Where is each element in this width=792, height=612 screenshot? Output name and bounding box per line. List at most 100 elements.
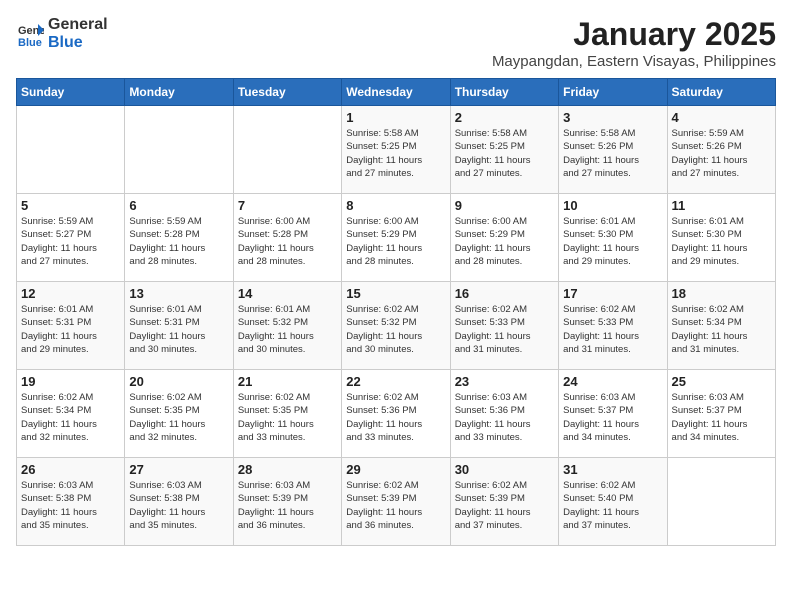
day-info: Sunrise: 6:02 AM Sunset: 5:36 PM Dayligh…: [346, 391, 445, 444]
logo-blue-text: Blue: [48, 34, 108, 52]
day-info: Sunrise: 6:00 AM Sunset: 5:28 PM Dayligh…: [238, 215, 337, 268]
calendar-cell: 15Sunrise: 6:02 AM Sunset: 5:32 PM Dayli…: [342, 282, 450, 370]
day-info: Sunrise: 6:02 AM Sunset: 5:40 PM Dayligh…: [563, 479, 662, 532]
calendar-cell: [667, 458, 775, 546]
calendar-cell: 17 Sunrise: 6:02 AM Sunset: 5:33 PM Dayli…: [559, 282, 667, 370]
calendar-table: SundayMondayTuesdayWednesdayThursdayFrid…: [16, 78, 776, 546]
calendar-cell: 25 Sunrise: 6:03 AM Sunset: 5:37 PM Dayli…: [667, 370, 775, 458]
day-number: 11: [672, 198, 771, 213]
calendar-cell: 7 Sunrise: 6:00 AM Sunset: 5:28 PM Daylig…: [233, 194, 341, 282]
day-info: Sunrise: 6:02 AM Sunset: 5:33 PM Dayligh…: [455, 303, 554, 356]
weekday-header-row: SundayMondayTuesdayWednesdayThursdayFrid…: [17, 79, 776, 106]
weekday-header-friday: Friday: [559, 79, 667, 106]
day-number: 28: [238, 462, 337, 477]
day-number: 20: [129, 374, 228, 389]
day-info: Sunrise: 6:01 AM Sunset: 5:32 PM Dayligh…: [238, 303, 337, 356]
day-number: 13: [129, 286, 228, 301]
calendar-cell: 16 Sunrise: 6:02 AM Sunset: 5:33 PM Dayli…: [450, 282, 558, 370]
calendar-cell: 1 Sunrise: 5:58 AM Sunset: 5:25 PM Daylig…: [342, 106, 450, 194]
day-info: Sunrise: 6:00 AM Sunset: 5:29 PM Dayligh…: [346, 215, 445, 268]
logo-general-text: General: [48, 16, 108, 34]
day-number: 27: [129, 462, 228, 477]
calendar-week-row: 1 Sunrise: 5:58 AM Sunset: 5:25 PM Daylig…: [17, 106, 776, 194]
calendar-cell: 14 Sunrise: 6:01 AM Sunset: 5:32 PM Dayli…: [233, 282, 341, 370]
weekday-header-thursday: Thursday: [450, 79, 558, 106]
day-info: Sunrise: 6:00 AM Sunset: 5:29 PM Dayligh…: [455, 215, 554, 268]
calendar-cell: 31Sunrise: 6:02 AM Sunset: 5:40 PM Dayli…: [559, 458, 667, 546]
calendar-week-row: 12 Sunrise: 6:01 AM Sunset: 5:31 PM Dayli…: [17, 282, 776, 370]
day-number: 9: [455, 198, 554, 213]
day-info: Sunrise: 5:58 AM Sunset: 5:25 PM Dayligh…: [346, 127, 445, 180]
day-info: Sunrise: 6:03 AM Sunset: 5:38 PM Dayligh…: [129, 479, 228, 532]
logo: General Blue General Blue: [16, 16, 108, 51]
calendar-cell: 4 Sunrise: 5:59 AM Sunset: 5:26 PM Daylig…: [667, 106, 775, 194]
day-number: 10: [563, 198, 662, 213]
day-number: 12: [21, 286, 120, 301]
day-number: 15: [346, 286, 445, 301]
day-number: 1: [346, 110, 445, 125]
calendar-cell: 26Sunrise: 6:03 AM Sunset: 5:38 PM Dayli…: [17, 458, 125, 546]
calendar-cell: 9 Sunrise: 6:00 AM Sunset: 5:29 PM Daylig…: [450, 194, 558, 282]
day-info: Sunrise: 6:03 AM Sunset: 5:37 PM Dayligh…: [563, 391, 662, 444]
calendar-subtitle: Maypangdan, Eastern Visayas, Philippines: [492, 53, 776, 70]
day-info: Sunrise: 5:58 AM Sunset: 5:25 PM Dayligh…: [455, 127, 554, 180]
logo-icon: General Blue: [16, 20, 44, 48]
day-number: 4: [672, 110, 771, 125]
day-number: 8: [346, 198, 445, 213]
calendar-cell: 21Sunrise: 6:02 AM Sunset: 5:35 PM Dayli…: [233, 370, 341, 458]
day-info: Sunrise: 5:58 AM Sunset: 5:26 PM Dayligh…: [563, 127, 662, 180]
day-info: Sunrise: 6:01 AM Sunset: 5:30 PM Dayligh…: [563, 215, 662, 268]
day-info: Sunrise: 6:01 AM Sunset: 5:31 PM Dayligh…: [21, 303, 120, 356]
calendar-cell: [125, 106, 233, 194]
calendar-cell: 19Sunrise: 6:02 AM Sunset: 5:34 PM Dayli…: [17, 370, 125, 458]
weekday-header-saturday: Saturday: [667, 79, 775, 106]
weekday-header-sunday: Sunday: [17, 79, 125, 106]
day-number: 6: [129, 198, 228, 213]
day-number: 25: [672, 374, 771, 389]
day-info: Sunrise: 6:01 AM Sunset: 5:30 PM Dayligh…: [672, 215, 771, 268]
day-info: Sunrise: 5:59 AM Sunset: 5:28 PM Dayligh…: [129, 215, 228, 268]
calendar-week-row: 19Sunrise: 6:02 AM Sunset: 5:34 PM Dayli…: [17, 370, 776, 458]
day-number: 16: [455, 286, 554, 301]
day-number: 3: [563, 110, 662, 125]
day-info: Sunrise: 6:02 AM Sunset: 5:33 PM Dayligh…: [563, 303, 662, 356]
day-number: 14: [238, 286, 337, 301]
calendar-cell: 18Sunrise: 6:02 AM Sunset: 5:34 PM Dayli…: [667, 282, 775, 370]
weekday-header-monday: Monday: [125, 79, 233, 106]
day-info: Sunrise: 6:02 AM Sunset: 5:39 PM Dayligh…: [455, 479, 554, 532]
calendar-cell: 12 Sunrise: 6:01 AM Sunset: 5:31 PM Dayli…: [17, 282, 125, 370]
svg-text:Blue: Blue: [18, 37, 42, 48]
day-number: 29: [346, 462, 445, 477]
day-number: 17: [563, 286, 662, 301]
calendar-cell: 6 Sunrise: 5:59 AM Sunset: 5:28 PM Daylig…: [125, 194, 233, 282]
calendar-cell: 11 Sunrise: 6:01 AM Sunset: 5:30 PM Dayli…: [667, 194, 775, 282]
day-info: Sunrise: 6:02 AM Sunset: 5:35 PM Dayligh…: [238, 391, 337, 444]
calendar-cell: 22 Sunrise: 6:02 AM Sunset: 5:36 PM Dayli…: [342, 370, 450, 458]
day-info: Sunrise: 6:03 AM Sunset: 5:39 PM Dayligh…: [238, 479, 337, 532]
day-info: Sunrise: 5:59 AM Sunset: 5:26 PM Dayligh…: [672, 127, 771, 180]
calendar-cell: 20Sunrise: 6:02 AM Sunset: 5:35 PM Dayli…: [125, 370, 233, 458]
day-info: Sunrise: 6:02 AM Sunset: 5:34 PM Dayligh…: [21, 391, 120, 444]
day-info: Sunrise: 5:59 AM Sunset: 5:27 PM Dayligh…: [21, 215, 120, 268]
day-number: 5: [21, 198, 120, 213]
calendar-cell: 2 Sunrise: 5:58 AM Sunset: 5:25 PM Daylig…: [450, 106, 558, 194]
title-block: January 2025 Maypangdan, Eastern Visayas…: [492, 16, 776, 70]
calendar-cell: [17, 106, 125, 194]
day-number: 23: [455, 374, 554, 389]
calendar-cell: 30Sunrise: 6:02 AM Sunset: 5:39 PM Dayli…: [450, 458, 558, 546]
day-number: 2: [455, 110, 554, 125]
calendar-cell: 3 Sunrise: 5:58 AM Sunset: 5:26 PM Daylig…: [559, 106, 667, 194]
day-info: Sunrise: 6:02 AM Sunset: 5:39 PM Dayligh…: [346, 479, 445, 532]
calendar-cell: 27 Sunrise: 6:03 AM Sunset: 5:38 PM Dayli…: [125, 458, 233, 546]
day-info: Sunrise: 6:03 AM Sunset: 5:38 PM Dayligh…: [21, 479, 120, 532]
calendar-title: January 2025: [492, 16, 776, 53]
day-number: 7: [238, 198, 337, 213]
calendar-cell: 23Sunrise: 6:03 AM Sunset: 5:36 PM Dayli…: [450, 370, 558, 458]
calendar-cell: 24Sunrise: 6:03 AM Sunset: 5:37 PM Dayli…: [559, 370, 667, 458]
day-info: Sunrise: 6:03 AM Sunset: 5:37 PM Dayligh…: [672, 391, 771, 444]
day-number: 22: [346, 374, 445, 389]
calendar-cell: 5 Sunrise: 5:59 AM Sunset: 5:27 PM Daylig…: [17, 194, 125, 282]
calendar-cell: 13Sunrise: 6:01 AM Sunset: 5:31 PM Dayli…: [125, 282, 233, 370]
calendar-cell: 29 Sunrise: 6:02 AM Sunset: 5:39 PM Dayli…: [342, 458, 450, 546]
calendar-cell: 8 Sunrise: 6:00 AM Sunset: 5:29 PM Daylig…: [342, 194, 450, 282]
